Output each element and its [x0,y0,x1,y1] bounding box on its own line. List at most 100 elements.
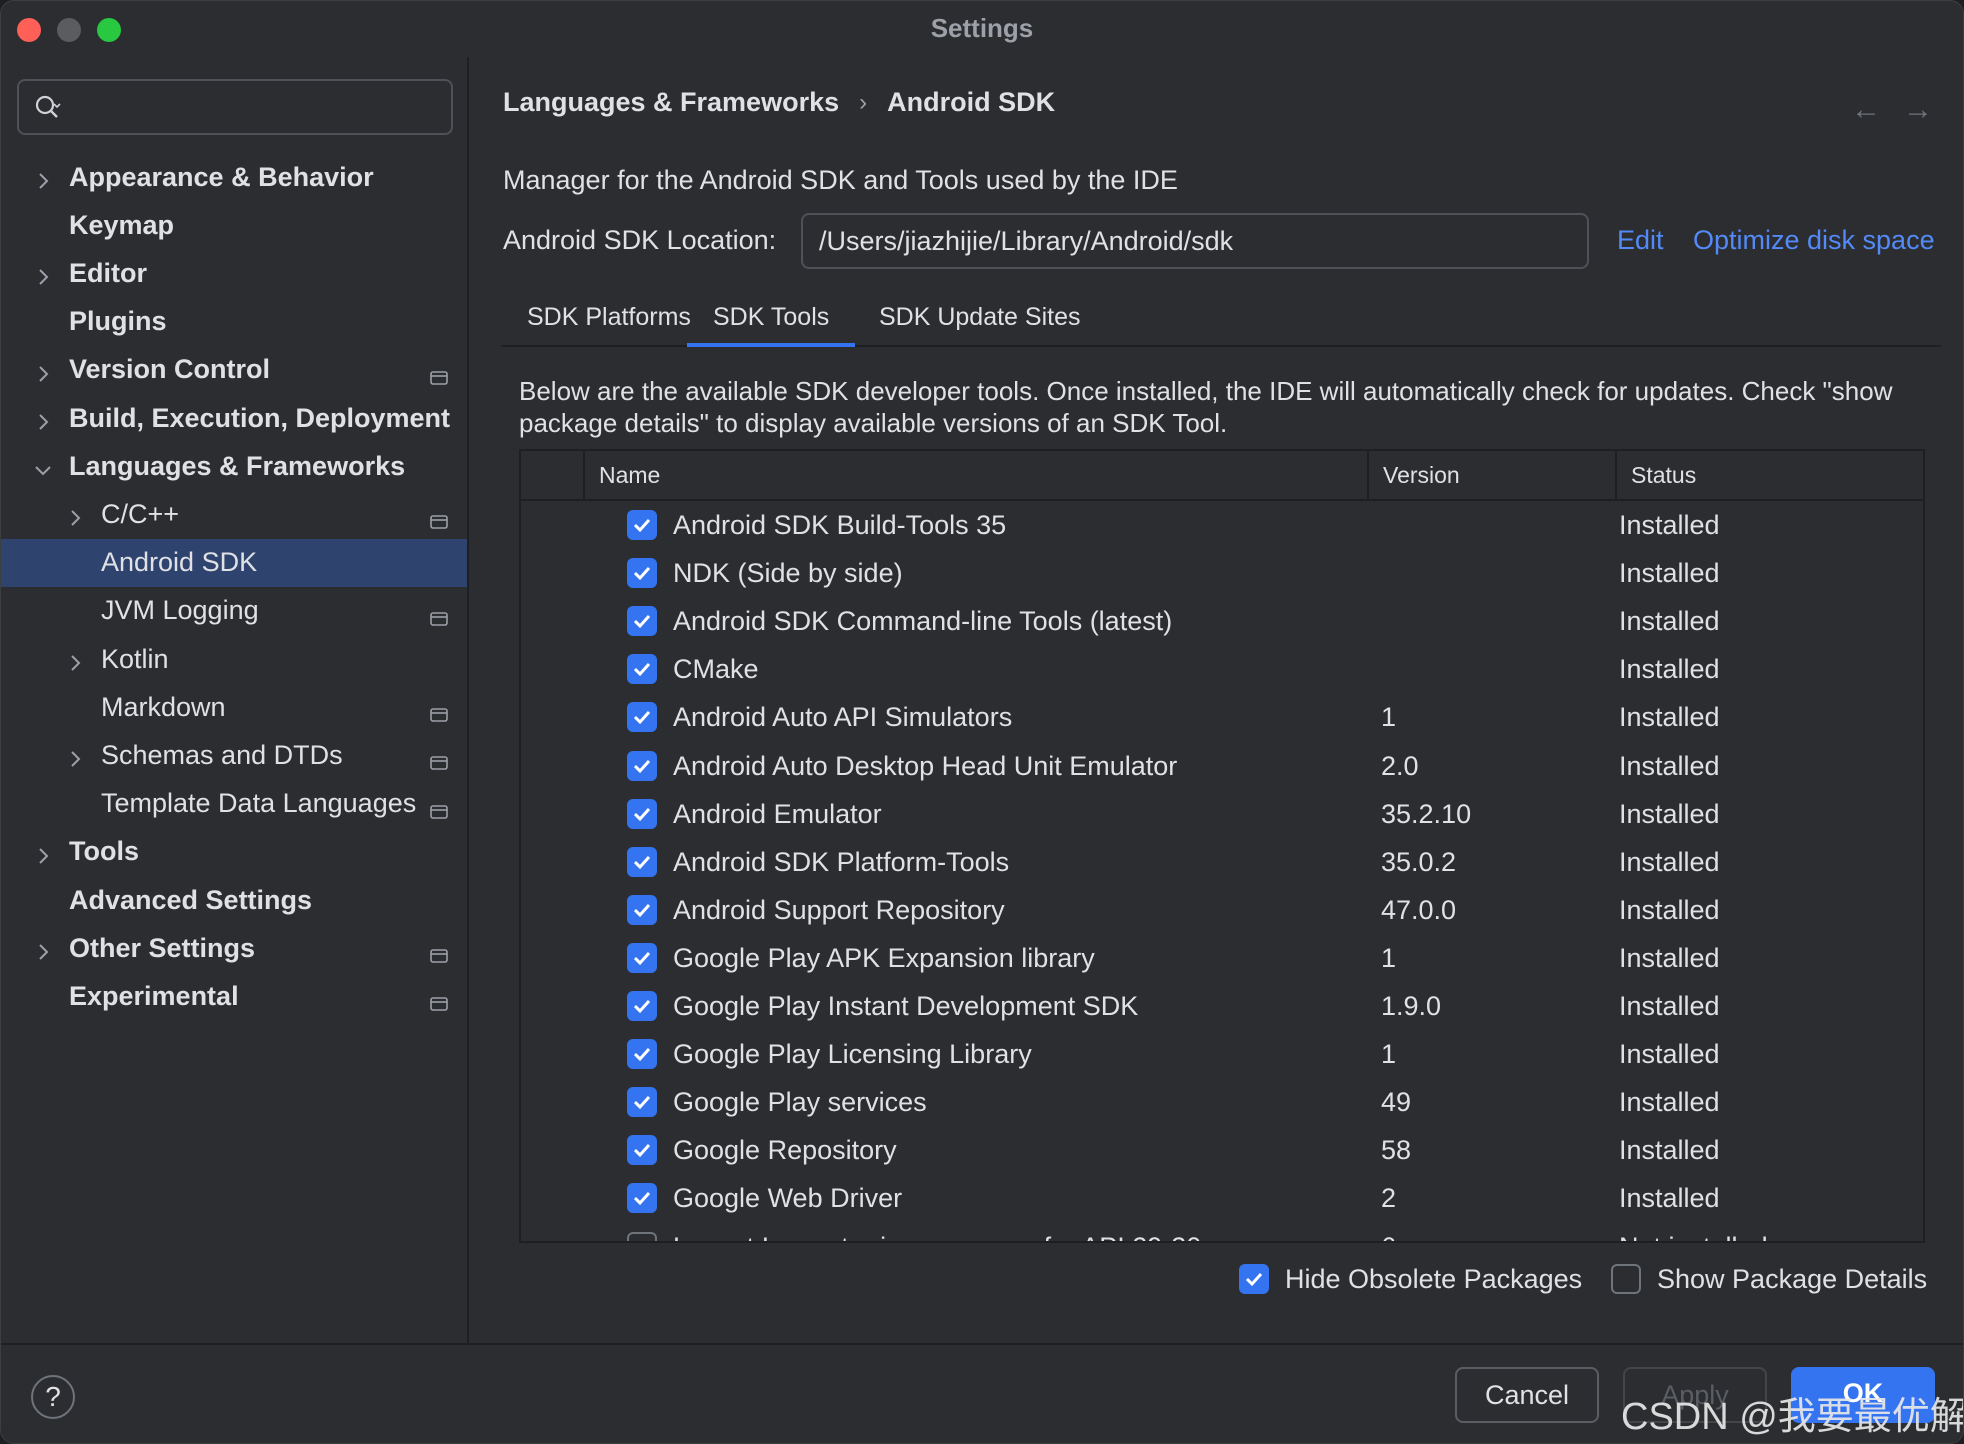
chevron-right-icon[interactable] [33,842,53,864]
chevron-right-icon[interactable] [33,938,53,960]
sidebar-item[interactable]: Build, Execution, Deployment [1,394,467,442]
table-row[interactable]: Google Play APK Expansion library 1 Instal… [521,934,1923,982]
sidebar-item[interactable]: Plugins [1,298,467,346]
check-icon [633,855,651,869]
table-row[interactable]: Google Play Licensing Library 1 Installed [521,1030,1923,1078]
chevron-right-icon[interactable] [65,745,85,768]
row-checkbox[interactable] [627,750,657,781]
show-details-checkbox[interactable] [1611,1264,1641,1294]
sidebar-item-label: Editor [69,257,147,288]
back-arrow-icon[interactable]: ← [1851,93,1881,127]
row-checkbox[interactable] [627,510,657,540]
sidebar-item[interactable]: Android SDK [1,538,467,587]
table-row[interactable]: Android SDK Platform-Tools 35.0.2 Installe… [521,838,1923,886]
row-checkbox[interactable] [627,1183,657,1214]
column-header-name[interactable]: Name [583,451,1367,499]
table-row[interactable]: Google Repository 58 Installed [521,1126,1923,1174]
chevron-right-icon[interactable] [33,167,53,189]
project-level-icon [429,699,449,722]
edit-link[interactable]: Edit [1617,225,1664,256]
sidebar-item[interactable]: Editor [1,249,467,297]
main-panel: Languages & Frameworks › Android SDK ← →… [471,57,1963,1343]
settings-sidebar: Appearance & Behavior Keymap Editor Plugins… [1,57,469,1343]
sidebar-item[interactable]: Experimental [1,972,467,1020]
row-checkbox[interactable] [627,1039,657,1070]
table-row[interactable]: Android SDK Build-Tools 35 Installed [521,501,1923,549]
watermark-text: CSDN @我要最优解 [1621,1396,1964,1438]
chevron-right-icon[interactable] [33,408,53,430]
breadcrumb-separator: › [859,88,868,116]
show-details-option[interactable]: Show Package Details [1611,1261,1927,1297]
sdk-location-field[interactable]: /Users/jiazhijie/Library/Android/sdk [801,213,1589,269]
optimize-disk-space-link[interactable]: Optimize disk space [1693,225,1935,256]
table-row[interactable]: Android SDK Command-line Tools (latest) I… [521,597,1923,645]
table-row[interactable]: Android Auto API Simulators 1 Installed [521,693,1923,741]
help-button[interactable]: ? [31,1375,75,1419]
cell-version: 1 [1381,942,1397,973]
breadcrumb-current: Android SDK [887,87,1056,117]
row-checkbox[interactable] [627,894,657,925]
row-checkbox[interactable] [627,1135,657,1166]
sidebar-item[interactable]: C/C++ [1,490,467,538]
chevron-right-icon[interactable] [33,360,53,382]
row-checkbox[interactable] [627,1231,657,1241]
dialog-footer: ? Cancel Apply OK CSDN @我要最优解 [1,1343,1964,1443]
sidebar-item[interactable]: Other Settings [1,924,467,972]
row-checkbox[interactable] [627,702,657,733]
row-checkbox[interactable] [627,991,657,1021]
column-header-status[interactable]: Status [1615,451,1923,499]
cell-name: Android Emulator [673,798,882,829]
sidebar-item[interactable]: Advanced Settings [1,876,467,924]
sidebar-item[interactable]: JVM Logging [1,587,467,635]
sidebar-item-label: Languages & Frameworks [69,450,406,481]
settings-search-input[interactable] [17,79,453,135]
sdk-tools-table: Name Version Status Android SDK Build-To… [519,449,1925,1243]
check-icon [633,759,651,773]
tab-sdk-update-sites[interactable]: SDK Update Sites [853,289,1107,347]
table-row[interactable]: Android Emulator 35.2.10 Installed [521,790,1923,838]
sidebar-item[interactable]: Template Data Languages [1,780,467,828]
breadcrumb-parent[interactable]: Languages & Frameworks [503,87,839,118]
chevron-down-icon[interactable] [33,456,53,476]
column-header-version[interactable]: Version [1367,451,1615,499]
row-checkbox[interactable] [627,606,657,637]
sidebar-item[interactable]: Tools [1,828,467,876]
table-row[interactable]: Google Play services 49 Installed [521,1078,1923,1126]
row-checkbox[interactable] [627,942,657,973]
cancel-button[interactable]: Cancel [1455,1367,1599,1423]
chevron-right-icon[interactable] [65,504,85,527]
sidebar-item-label: Build, Execution, Deployment [69,402,451,433]
table-row[interactable]: Android Auto Desktop Head Unit Emulator 2… [521,742,1923,790]
sidebar-item[interactable]: Version Control [1,346,467,394]
check-icon [633,663,651,677]
table-row[interactable]: Google Web Driver 2 Installed [521,1174,1923,1222]
sidebar-item[interactable]: Languages & Frameworks [1,442,467,490]
sidebar-item[interactable]: Kotlin [1,635,467,683]
row-checkbox[interactable] [627,1087,657,1118]
row-checkbox[interactable] [627,558,657,589]
table-row[interactable]: Google Play Instant Development SDK 1.9.0… [521,982,1923,1030]
row-checkbox[interactable] [627,654,657,685]
table-row[interactable]: Layout Inspector image server for API 29… [521,1223,1923,1241]
table-row[interactable]: CMake Installed [521,645,1923,693]
sidebar-item[interactable]: Markdown [1,683,467,731]
table-row[interactable]: NDK (Side by side) Installed [521,549,1923,597]
chevron-right-icon[interactable] [33,263,53,286]
cell-version: 49 [1381,1087,1412,1118]
row-checkbox[interactable] [627,798,657,829]
hide-obsolete-option[interactable]: Hide Obsolete Packages [1239,1261,1582,1297]
sidebar-item[interactable]: Schemas and DTDs [1,731,467,779]
cell-status: Installed [1619,1183,1720,1214]
tab-sdk-tools[interactable]: SDK Tools [687,289,856,347]
row-checkbox[interactable] [627,846,657,877]
table-row[interactable]: Android Support Repository 47.0.0 Installe… [521,886,1923,934]
hide-obsolete-checkbox[interactable] [1239,1264,1269,1294]
tab-sdk-platforms[interactable]: SDK Platforms [501,289,717,347]
sidebar-item[interactable]: Keymap [1,201,467,249]
chevron-right-icon[interactable] [65,649,85,671]
sidebar-item-label: C/C++ [101,498,180,529]
sidebar-item[interactable]: Appearance & Behavior [1,153,467,201]
forward-arrow-icon[interactable]: → [1903,93,1933,127]
check-icon [633,567,651,581]
sidebar-item-label: Kotlin [101,643,169,674]
